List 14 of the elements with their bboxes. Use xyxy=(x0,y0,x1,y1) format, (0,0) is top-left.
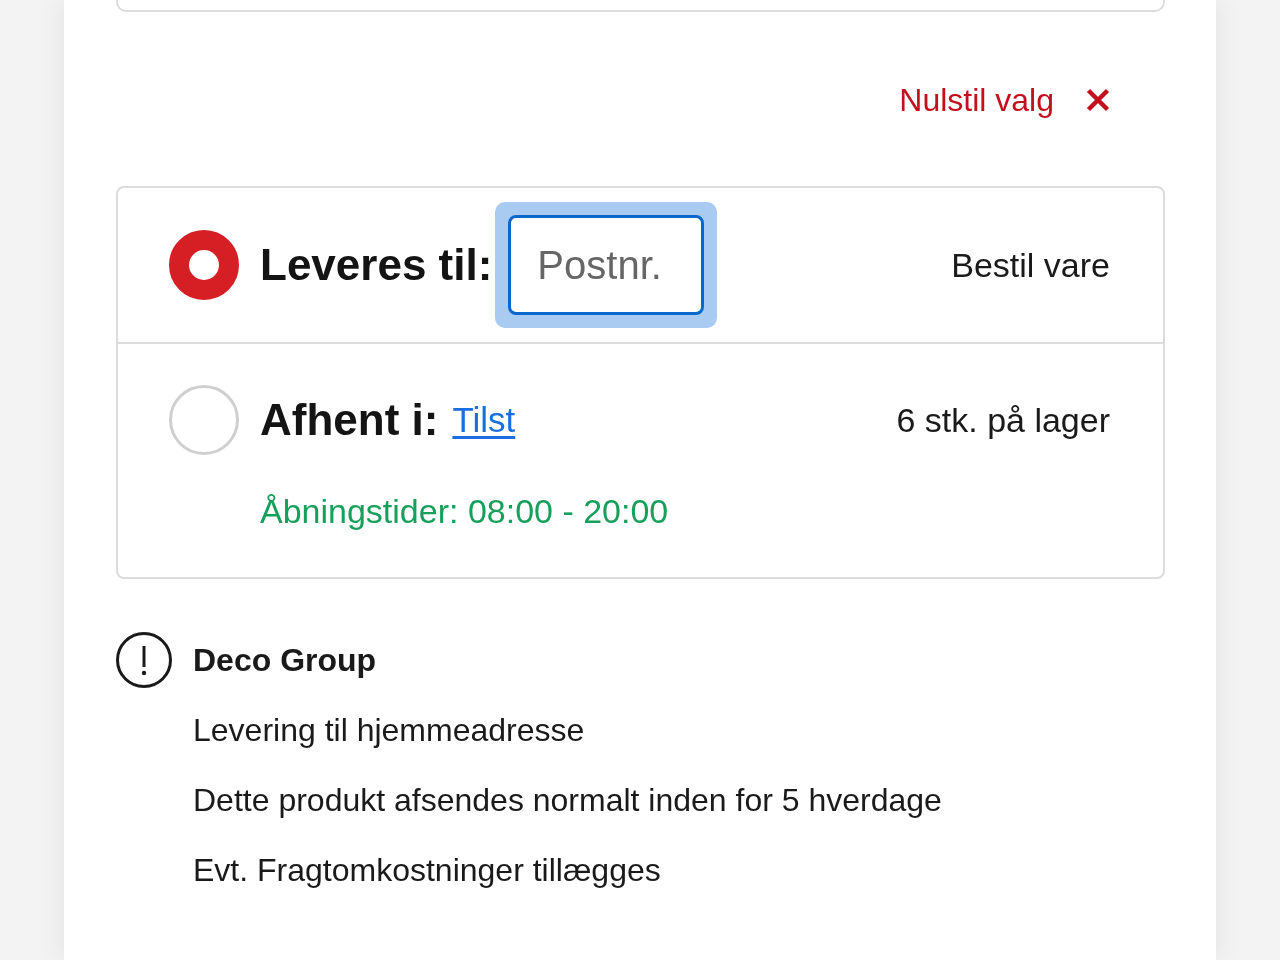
notice-text: Levering til hjemmeadresse xyxy=(193,711,585,750)
opening-hours: Åbningstider: 08:00 - 20:00 xyxy=(260,491,669,532)
close-icon xyxy=(1086,88,1110,112)
reset-button[interactable]: Nulstil valg xyxy=(899,80,1110,120)
store-link[interactable]: Tilst xyxy=(452,398,516,442)
postcode-field[interactable]: Postnr. xyxy=(495,202,718,328)
notice-text: Evt. Fragtomkostninger tillægges xyxy=(193,851,661,890)
alert-icon xyxy=(116,632,172,688)
stock-status: Bestil vare xyxy=(951,245,1110,286)
notice-text: Dette produkt afsendes normalt inden for 5 hverdage xyxy=(193,781,942,820)
option-label: Afhent i: xyxy=(260,394,439,446)
stock-status: 6 stk. på lager xyxy=(896,400,1110,441)
notice-title: Deco Group xyxy=(193,641,377,680)
option-label: Leveres til: xyxy=(260,239,493,291)
